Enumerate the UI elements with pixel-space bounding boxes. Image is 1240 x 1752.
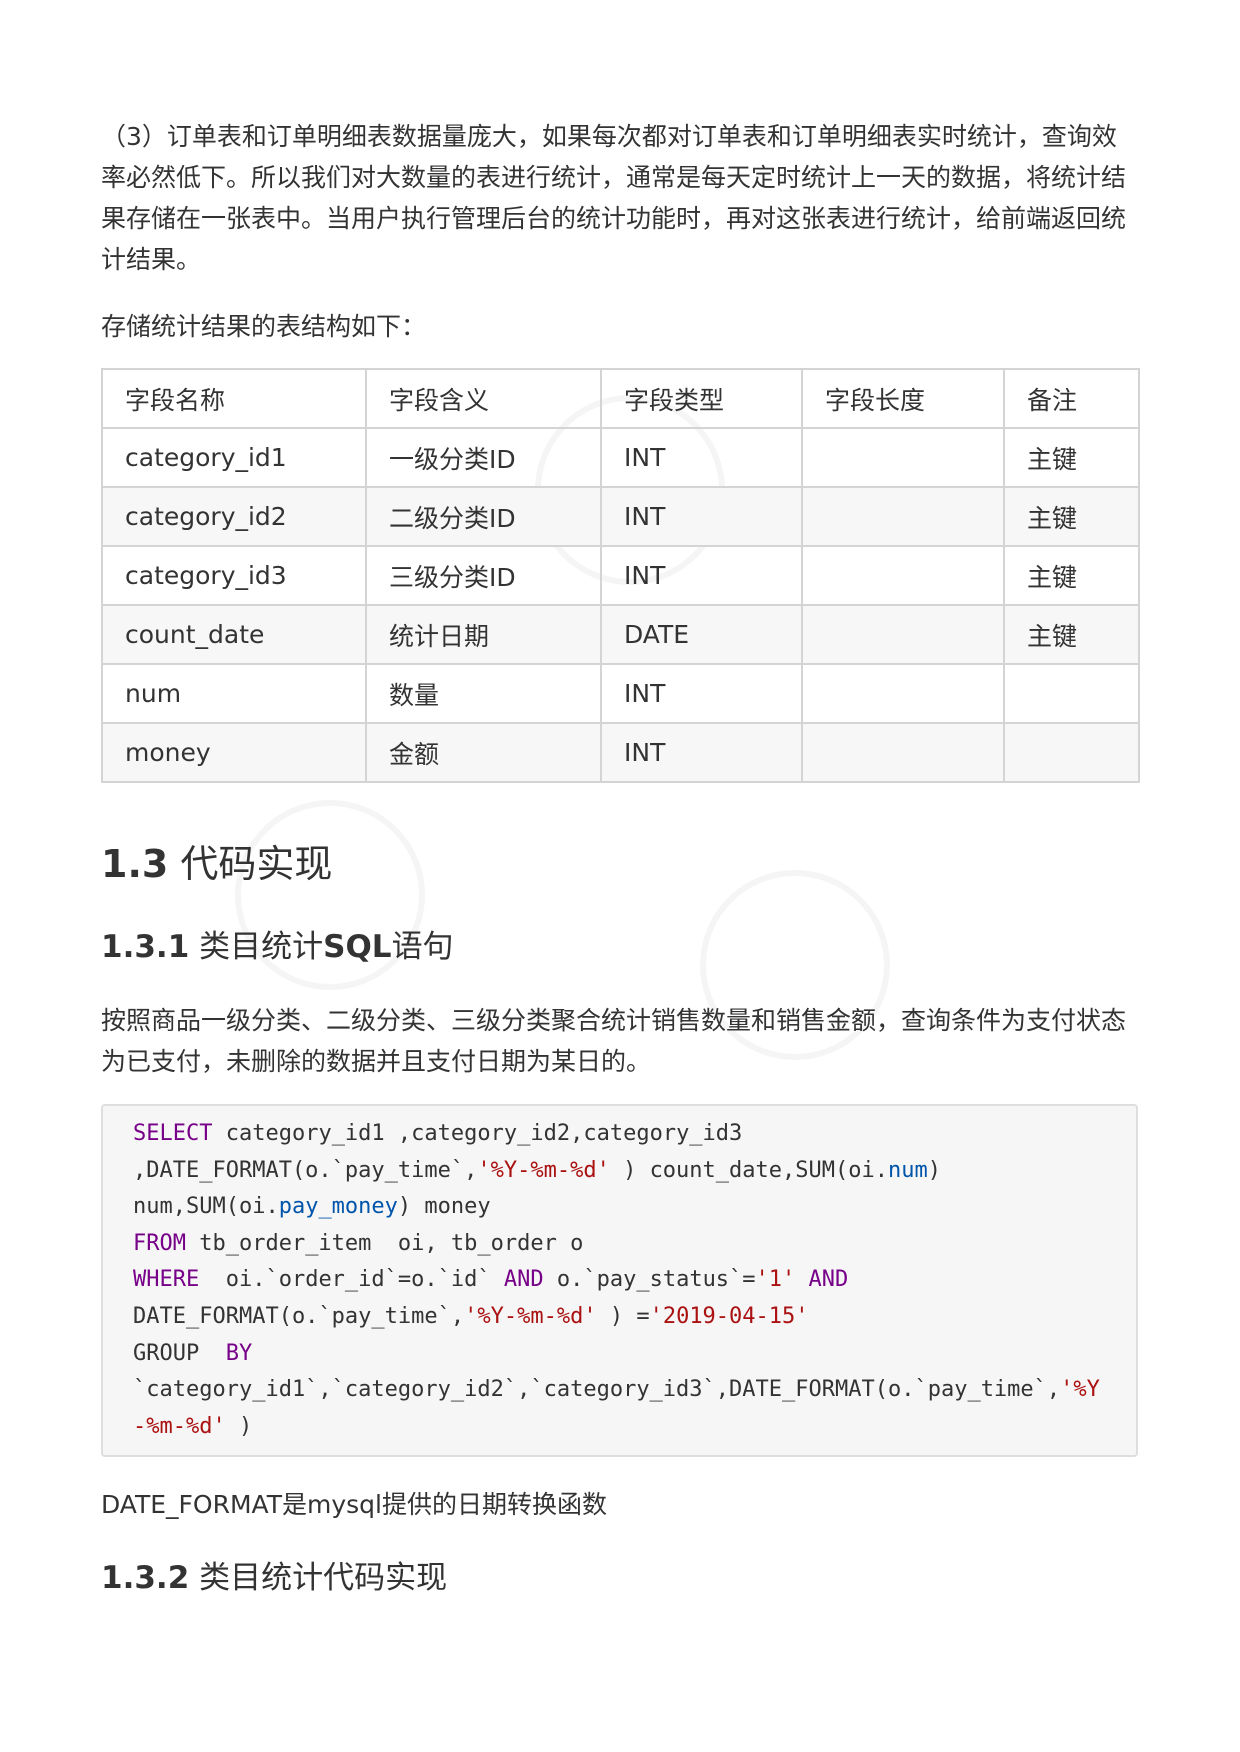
section-heading: 1.3 代码实现 bbox=[101, 836, 332, 892]
subsection-number: 1.3.2 bbox=[101, 1560, 190, 1596]
code-line: DATE_FORMAT(o.`pay_time`,'%Y-%m-%d' ) ='… bbox=[133, 1299, 1136, 1336]
code-keyword: AND bbox=[503, 1267, 544, 1293]
subsection-heading: 1.3.1 类目统计SQL语句 bbox=[101, 924, 454, 970]
table-cell bbox=[1003, 663, 1140, 724]
table-cell: INT bbox=[600, 427, 803, 488]
subsection-number: 1.3.1 bbox=[101, 929, 190, 965]
code-text: ) money bbox=[397, 1194, 491, 1220]
table-cell: 主键 bbox=[1003, 486, 1140, 547]
table-header-cell: 字段类型 bbox=[600, 368, 803, 429]
code-keyword: SELECT bbox=[133, 1121, 213, 1146]
table-header-cell: 备注 bbox=[1003, 368, 1140, 429]
table-cell bbox=[801, 663, 1005, 724]
table-cell: 主键 bbox=[1003, 604, 1140, 665]
table-row: count_date 统计日期 DATE 主键 bbox=[101, 604, 1140, 665]
code-text: DATE_FORMAT(o.`pay_time`, bbox=[133, 1303, 465, 1329]
intro-paragraph: （3）订单表和订单明细表数据量庞大，如果每次都对订单表和订单明细表实时统计，查询… bbox=[101, 122, 1127, 274]
section-number: 1.3 bbox=[101, 842, 169, 886]
code-line: num,SUM(oi.pay_money) money bbox=[133, 1189, 1136, 1226]
code-string: -%m-%d' bbox=[133, 1413, 226, 1439]
code-text: ,DATE_FORMAT(o.`pay_time`, bbox=[133, 1157, 478, 1183]
code-line: GROUP BY bbox=[133, 1336, 1136, 1373]
table-cell: INT bbox=[600, 486, 803, 547]
code-line: ,DATE_FORMAT(o.`pay_time`,'%Y-%m-%d' ) c… bbox=[133, 1153, 1136, 1190]
code-text: GROUP bbox=[133, 1340, 226, 1366]
table-cell bbox=[801, 545, 1005, 606]
code-string: '2019-04-15' bbox=[649, 1303, 809, 1329]
table-row: category_id1 一级分类ID INT 主键 bbox=[101, 427, 1140, 488]
code-text: `category_id1`,`category_id2`,`category_… bbox=[133, 1377, 1061, 1403]
table-cell: DATE bbox=[600, 604, 803, 665]
table-cell: 三级分类ID bbox=[365, 545, 602, 606]
table-cell: count_date bbox=[101, 604, 367, 665]
table-cell bbox=[801, 604, 1005, 665]
subsection-title-part: 类目统计 bbox=[199, 929, 324, 965]
table-structure: 字段名称 字段含义 字段类型 字段长度 备注 category_id1 一级分类… bbox=[101, 368, 1140, 783]
description-paragraph: 按照商品一级分类、二级分类、三级分类聚合统计销售数量和销售金额，查询条件为支付状… bbox=[101, 1006, 1127, 1076]
table-cell: 统计日期 bbox=[365, 604, 602, 665]
code-string: '1' bbox=[755, 1267, 796, 1293]
table-header-row: 字段名称 字段含义 字段类型 字段长度 备注 bbox=[101, 368, 1140, 429]
code-block: SELECT category_id1 ,category_id2,catego… bbox=[101, 1104, 1138, 1457]
table-cell: 一级分类ID bbox=[365, 427, 602, 488]
section-title: 代码实现 bbox=[180, 842, 333, 886]
table-row: money 金额 INT bbox=[101, 722, 1140, 783]
code-text: category_id1 ,category_id2,category_id3 bbox=[212, 1121, 743, 1146]
table-row: category_id3 三级分类ID INT 主键 bbox=[101, 545, 1140, 606]
code-keyword: FROM bbox=[133, 1230, 186, 1256]
table-cell bbox=[801, 427, 1005, 488]
code-line: `category_id1`,`category_id2`,`category_… bbox=[133, 1372, 1136, 1409]
table-cell: 金额 bbox=[365, 722, 602, 783]
table-cell: 数量 bbox=[365, 663, 602, 724]
table-cell: 主键 bbox=[1003, 545, 1140, 606]
table-row: category_id2 二级分类ID INT 主键 bbox=[101, 486, 1140, 547]
subsection-title-part: 语句 bbox=[391, 929, 454, 965]
code-text: o.`pay_status`= bbox=[543, 1267, 756, 1293]
code-string: '%Y-%m-%d' bbox=[464, 1303, 597, 1329]
table-cell: category_id2 bbox=[101, 486, 367, 547]
table-cell bbox=[1003, 722, 1140, 783]
code-keyword: AND bbox=[808, 1267, 849, 1293]
note-paragraph: DATE_FORMAT是mysql提供的日期转换函数 bbox=[101, 1490, 607, 1519]
code-keyword: BY bbox=[225, 1340, 253, 1366]
code-text: ) count_date,SUM(oi. bbox=[609, 1157, 888, 1183]
table-header-cell: 字段长度 bbox=[801, 368, 1005, 429]
table-cell: INT bbox=[600, 722, 803, 783]
table-cell: INT bbox=[600, 663, 803, 724]
code-line: WHERE oi.`order_id`=o.`id` AND o.`pay_st… bbox=[133, 1262, 1136, 1299]
code-string: '%Y-%m-%d' bbox=[477, 1157, 610, 1183]
code-keyword: WHERE bbox=[133, 1267, 200, 1293]
code-property: num bbox=[887, 1157, 928, 1183]
table-cell: category_id3 bbox=[101, 545, 367, 606]
code-line: SELECT category_id1 ,category_id2,catego… bbox=[133, 1116, 1136, 1153]
table-caption: 存储统计结果的表结构如下： bbox=[101, 312, 427, 341]
subsection-title: 类目统计代码实现 bbox=[199, 1560, 448, 1596]
table-cell bbox=[801, 486, 1005, 547]
code-text: ) = bbox=[596, 1303, 650, 1329]
table-cell bbox=[801, 722, 1005, 783]
code-text: oi.`order_id`=o.`id` bbox=[199, 1267, 504, 1293]
table-row: num 数量 INT bbox=[101, 663, 1140, 724]
subsection-heading: 1.3.2 类目统计代码实现 bbox=[101, 1555, 447, 1601]
table-cell: category_id1 bbox=[101, 427, 367, 488]
code-string: '%Y bbox=[1060, 1377, 1100, 1403]
code-text: ) bbox=[927, 1157, 941, 1183]
table-header-cell: 字段含义 bbox=[365, 368, 602, 429]
table-cell: money bbox=[101, 722, 367, 783]
table-cell: INT bbox=[600, 545, 803, 606]
subsection-title-bold: SQL bbox=[323, 929, 392, 965]
code-line: -%m-%d' ) bbox=[133, 1409, 1136, 1446]
code-line: FROM tb_order_item oi, tb_order o bbox=[133, 1226, 1136, 1263]
table-cell: 主键 bbox=[1003, 427, 1140, 488]
code-text: tb_order_item oi, tb_order o bbox=[185, 1230, 584, 1256]
table-cell: 二级分类ID bbox=[365, 486, 602, 547]
code-text: num,SUM(oi. bbox=[133, 1194, 279, 1220]
code-property: pay_money bbox=[278, 1194, 398, 1220]
table-cell: num bbox=[101, 663, 367, 724]
table-header-cell: 字段名称 bbox=[101, 368, 367, 429]
code-text: ) bbox=[225, 1413, 253, 1439]
